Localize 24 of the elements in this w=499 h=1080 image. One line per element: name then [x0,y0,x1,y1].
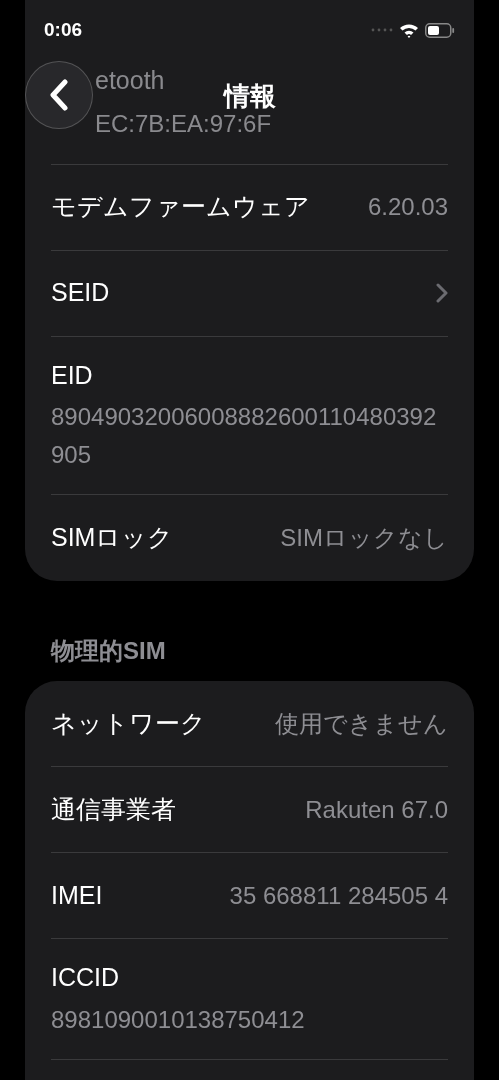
row-label: ICCID [51,962,121,993]
chevron-right-icon [436,283,448,303]
row-value: 89049032006008882600110480392905 [51,402,438,470]
row-label: IMEI [51,879,103,911]
chevron-left-icon [49,79,69,111]
signal-dots-icon [371,28,393,32]
row-label: SIMロック [51,522,174,554]
row-value: Rakuten 67.0 [305,794,448,825]
section-heading: 物理的SIM [49,636,167,666]
row-label: モデムファームウェア [51,191,310,223]
battery-icon [425,22,455,38]
row-label: etooth [95,65,165,96]
row-value: 35 668811 284505 4 [229,880,448,911]
row-label: ネットワーク [51,707,206,739]
row-label: EID [51,359,94,391]
row-label: SEID [51,277,110,309]
settings-link-row[interactable]: SEID [51,250,448,337]
row-value: 使用できません [275,708,448,739]
row-value: 6.20.03 [367,192,448,222]
wifi-icon [399,22,419,38]
status-time: 0:06 [44,17,83,42]
row-value: SIMロックなし [280,523,448,553]
row-value: 8981090010138750412 [51,1004,306,1035]
row-label: 通信事業者 [51,793,176,825]
